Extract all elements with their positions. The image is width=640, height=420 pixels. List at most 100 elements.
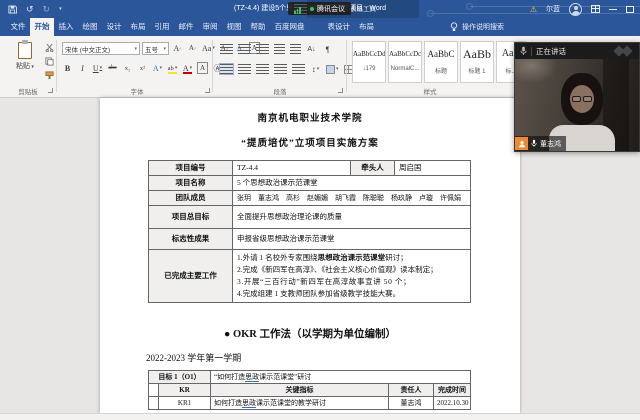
meeting-video-panel[interactable]: 正在讲话 董志鸿: [514, 42, 640, 152]
avatar[interactable]: [569, 3, 582, 16]
bold-icon[interactable]: B: [62, 62, 73, 74]
character-shading-icon[interactable]: A: [197, 62, 208, 74]
table-row: 项目名称 5 个思想政治课示范课堂: [149, 176, 471, 191]
account-name[interactable]: 尔蓝: [546, 4, 560, 14]
font-name-combo[interactable]: 宋体 (中文正文)▾: [62, 42, 140, 55]
subscript-icon[interactable]: x₂: [122, 62, 133, 74]
cut-icon[interactable]: [44, 42, 55, 53]
highlight-color-icon[interactable]: ab▾: [167, 62, 178, 74]
italic-icon[interactable]: I: [77, 62, 88, 74]
shrink-font-icon[interactable]: A˅: [187, 42, 198, 54]
tab-home[interactable]: 开始: [30, 18, 54, 36]
tab-design[interactable]: 设计: [102, 18, 126, 36]
grow-font-icon[interactable]: A˄: [172, 42, 183, 54]
tab-layout[interactable]: 布局: [126, 18, 150, 36]
qat-customize-icon[interactable]: ▾: [59, 6, 62, 12]
tab-view[interactable]: 视图: [222, 18, 246, 36]
paragraph-dialog-launcher-icon[interactable]: [338, 88, 343, 93]
tab-file[interactable]: 文件: [6, 18, 30, 36]
tab-review[interactable]: 审阅: [198, 18, 222, 36]
recording-dot-icon: [310, 7, 314, 11]
mic-icon: [520, 46, 527, 56]
tell-me-search[interactable]: 操作说明搜索: [450, 18, 504, 36]
tab-help[interactable]: 帮助: [246, 18, 270, 36]
style-item-heading[interactable]: AaBbC 标题: [424, 41, 458, 83]
minimize-icon[interactable]: [609, 9, 617, 10]
tab-insert[interactable]: 插入: [54, 18, 78, 36]
status-bar[interactable]: [0, 413, 640, 420]
paste-button[interactable]: 粘贴 ▾: [8, 42, 42, 88]
redo-icon[interactable]: ↻: [43, 0, 51, 18]
paste-icon: [18, 42, 32, 59]
format-painter-icon[interactable]: [44, 70, 55, 81]
style-item[interactable]: AaBbCcDd ↓179: [352, 41, 386, 83]
underline-icon[interactable]: U▾: [92, 62, 103, 74]
field-label: 团队成员: [149, 191, 233, 206]
circuit-decor: [466, 3, 473, 10]
ribbon-display-options-icon[interactable]: [591, 5, 600, 13]
warning-icon[interactable]: ⚠: [530, 5, 537, 14]
field-label: 项目名称: [149, 176, 233, 191]
decrease-indent-icon[interactable]: [274, 44, 285, 54]
distribute-icon[interactable]: [292, 64, 305, 74]
copy-icon[interactable]: [44, 56, 55, 67]
field-value: TZ-4.4: [233, 161, 351, 176]
restore-icon[interactable]: [626, 6, 634, 13]
text-effects-icon[interactable]: A▾: [152, 62, 163, 74]
column-header: 关键指标: [211, 384, 389, 397]
work-item: 1.外请 1 名校外专家围绕思想政治课示范课堂研讨；: [237, 252, 466, 264]
align-right-icon[interactable]: [274, 64, 287, 74]
align-justify-icon[interactable]: [220, 64, 233, 74]
superscript-icon[interactable]: x²: [137, 62, 148, 74]
speaking-status: 正在讲话: [536, 46, 566, 57]
save-icon[interactable]: [8, 5, 17, 14]
align-left-icon[interactable]: [238, 64, 251, 74]
strikethrough-icon[interactable]: abc: [107, 62, 118, 74]
tab-mailings[interactable]: 邮件: [174, 18, 198, 36]
ribbon-tab-row: 文件 开始 插入 绘图 设计 布局 引用 邮件 审阅 视图 帮助 百度网盘 表设…: [0, 18, 640, 36]
undo-icon[interactable]: ↺: [26, 0, 34, 18]
show-marks-icon[interactable]: ¶: [322, 43, 333, 55]
tab-draw[interactable]: 绘图: [78, 18, 102, 36]
font-size-combo[interactable]: 五号▾: [142, 42, 169, 55]
quick-access-toolbar: ↺ ↻ ▾: [8, 0, 62, 18]
field-label: 已完成主要工作: [149, 250, 233, 303]
style-item-heading1[interactable]: AaBb 标题 1: [460, 41, 494, 83]
field-label: 项目编号: [149, 161, 233, 176]
title-bar: 表格工具 ↺ ↻ ▾ (TZ-4.4) 建设5个思想政治课示范课堂项目 - Wo…: [0, 0, 640, 18]
tab-references[interactable]: 引用: [150, 18, 174, 36]
column-header: 责任人: [389, 384, 434, 397]
paragraph-group-label: 段落: [220, 86, 340, 96]
word-window: 表格工具 ↺ ↻ ▾ (TZ-4.4) 建设5个思想政治课示范课堂项目 - Wo…: [0, 0, 640, 420]
font-group-label: 字体: [62, 86, 212, 96]
align-center-icon[interactable]: [256, 64, 269, 74]
clipboard-dialog-launcher-icon[interactable]: [48, 88, 53, 93]
sort-icon[interactable]: A↓: [306, 43, 317, 55]
style-item[interactable]: AaBbCcDc NormalC...: [388, 41, 422, 83]
line-spacing-icon[interactable]: ↕▾: [310, 63, 321, 75]
font-color-icon[interactable]: A▾: [182, 62, 193, 74]
table-row: 项目总目标 全面提升思想政治理论课的质量: [149, 206, 471, 229]
tab-table-design[interactable]: 表设计: [323, 18, 355, 36]
font-dialog-launcher-icon[interactable]: [205, 88, 210, 93]
shading-icon[interactable]: ▾: [326, 63, 339, 75]
increase-indent-icon[interactable]: [290, 44, 301, 54]
tab-baidu-netdisk[interactable]: 百度网盘: [270, 18, 309, 36]
doc-plan-title: “提质培优”立项项目实施方案: [100, 135, 520, 149]
table-row: 目标 1（O1） “如何打造思政课示范课堂”研讨: [149, 371, 471, 384]
multilevel-list-icon[interactable]: [256, 44, 269, 54]
clipboard-small-buttons: [44, 42, 55, 81]
meeting-panel-header: 正在讲话: [515, 43, 639, 59]
bullets-icon[interactable]: [220, 44, 233, 54]
kr-indicator: 如何打造思政课示范课堂的教学研讨: [211, 397, 389, 410]
host-badge-icon: [515, 137, 528, 150]
tencent-meeting-badge[interactable]: 腾讯会议: [288, 2, 351, 15]
field-value: 张玥 董志鸿 高杉 赵媚媚 胡飞霞 陈聪聪 杨玖静 卢璇 许佩娟: [233, 191, 471, 206]
document-page[interactable]: 南京机电职业技术学院 “提质培优”立项项目实施方案 项目编号 TZ-4.4 牵头…: [100, 98, 520, 413]
table-row: 标志性成果 申报省级思想政治课示范课堂: [149, 229, 471, 250]
field-value: 全面提升思想政治理论课的质量: [233, 206, 471, 229]
titlebar-right: ⚠ 尔蓝: [530, 0, 634, 18]
tab-table-layout[interactable]: 布局: [355, 18, 379, 36]
field-label: 标志性成果: [149, 229, 233, 250]
numbering-icon[interactable]: [238, 44, 251, 54]
